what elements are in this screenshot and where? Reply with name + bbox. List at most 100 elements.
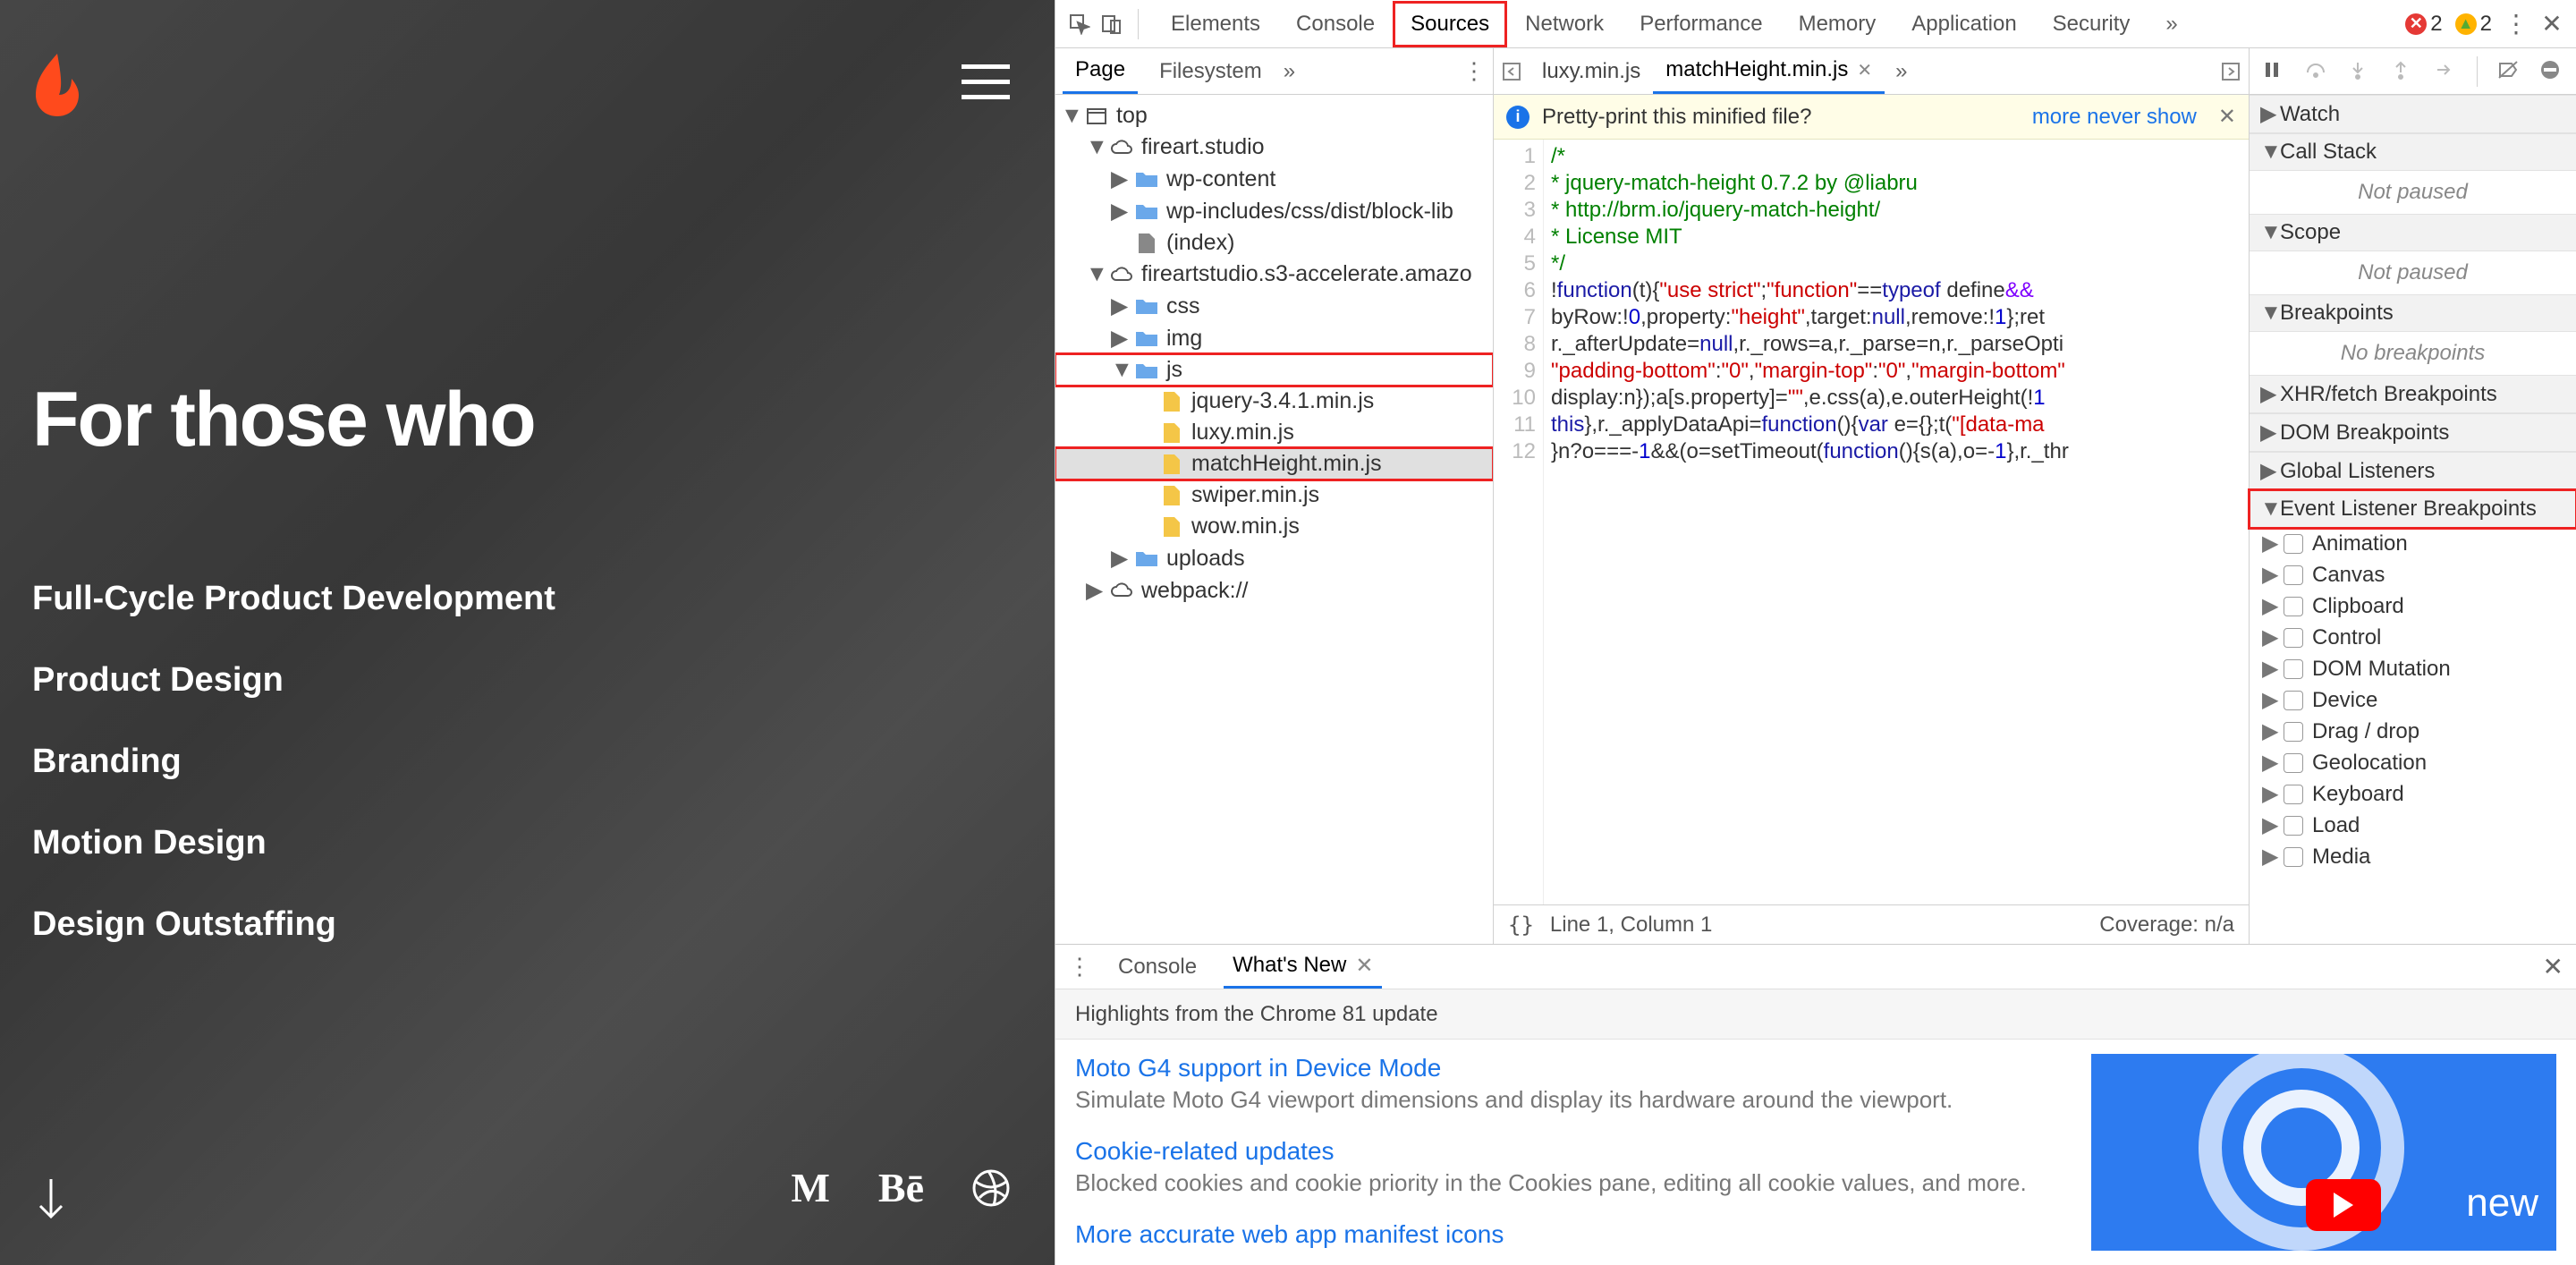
site-logo[interactable] [32,54,82,116]
drawer-whatsnew-tab[interactable]: What's New✕ [1224,946,1382,989]
tree-top[interactable]: ▼top [1055,100,1493,132]
devtools-tab-console[interactable]: Console [1278,1,1393,47]
pause-exceptions-icon[interactable] [2540,60,2563,83]
info-icon: i [1506,106,1530,129]
devtools-panel: ElementsConsoleSourcesNetworkPerformance… [1055,0,2576,1265]
cursor-position: Line 1, Column 1 [1550,913,1712,938]
elb-keyboard[interactable]: ▶Keyboard [2250,778,2576,810]
close-devtools-icon[interactable]: ✕ [2540,13,2563,36]
promo-banner[interactable]: new [2091,1054,2556,1251]
elb-media[interactable]: ▶Media [2250,841,2576,872]
devtools-tab-sources[interactable]: Sources [1393,1,1507,47]
elb-device[interactable]: ▶Device [2250,684,2576,716]
tree-jquery-3-4-1-min-js[interactable]: jquery-3.4.1.min.js [1055,386,1493,417]
social-links: M Bē [791,1164,1010,1211]
nav-menu-icon[interactable]: ⋮ [1462,57,1486,85]
pane-watch[interactable]: ▶Watch [2250,95,2576,133]
news-title[interactable]: Moto G4 support in Device Mode [1075,1054,2064,1082]
step-out-icon[interactable] [2391,60,2414,83]
tree-fireartstudio-s3-accelerate-amazo[interactable]: ▼fireartstudio.s3-accelerate.amazo [1055,259,1493,290]
pane-breakpoints[interactable]: ▼Breakpoints [2250,294,2576,332]
elb-dom-mutation[interactable]: ▶DOM Mutation [2250,653,2576,684]
elb-animation[interactable]: ▶Animation [2250,528,2576,559]
pane-xhr-fetch-breakpoints[interactable]: ▶XHR/fetch Breakpoints [2250,375,2576,413]
close-icon[interactable]: ✕ [2543,952,2563,981]
elb-control[interactable]: ▶Control [2250,622,2576,653]
step-over-icon[interactable] [2305,60,2328,83]
pane-dom-breakpoints[interactable]: ▶DOM Breakpoints [2250,413,2576,452]
more-tabs-icon[interactable]: » [1895,59,1907,84]
behance-icon[interactable]: Bē [878,1164,924,1211]
site-link-3[interactable]: Motion Design [32,824,555,862]
elb-clipboard[interactable]: ▶Clipboard [2250,590,2576,622]
devtools-tab-application[interactable]: Application [1894,1,2034,47]
tree-uploads[interactable]: ▶uploads [1055,542,1493,574]
devtools-tab-memory[interactable]: Memory [1781,1,1894,47]
pretty-print-message: Pretty-print this minified file? [1542,105,1811,130]
devtools-tab-network[interactable]: Network [1507,1,1622,47]
page-tab[interactable]: Page [1063,48,1138,94]
error-count[interactable]: ✕2 [2405,12,2442,37]
youtube-icon [2306,1179,2381,1231]
pane-scope[interactable]: ▼Scope [2250,214,2576,251]
editor-tab-matchHeight-min-js[interactable]: matchHeight.min.js✕ [1653,48,1885,94]
tree-matchheight-min-js[interactable]: matchHeight.min.js [1055,448,1493,480]
elb-geolocation[interactable]: ▶Geolocation [2250,747,2576,778]
pane-call-stack[interactable]: ▼Call Stack [2250,133,2576,171]
tree-img[interactable]: ▶img [1055,322,1493,354]
menu-button[interactable] [962,64,1010,99]
tree-luxy-min-js[interactable]: luxy.min.js [1055,417,1493,448]
step-into-icon[interactable] [2348,60,2371,83]
tab-nav-icon[interactable] [2218,59,2243,84]
elb-canvas[interactable]: ▶Canvas [2250,559,2576,590]
pause-icon[interactable] [2262,60,2285,83]
more-tabs-icon[interactable]: » [2157,12,2186,37]
pane-event-listener-breakpoints[interactable]: ▼Event Listener Breakpoints [2250,490,2576,528]
pane-body: Not paused [2250,171,2576,214]
tree-fireart-studio[interactable]: ▼fireart.studio [1055,132,1493,163]
tree-js[interactable]: ▼js [1055,354,1493,386]
step-icon[interactable] [2434,60,2457,83]
inspect-icon[interactable] [1068,13,1091,36]
elb-load[interactable]: ▶Load [2250,810,2576,841]
more-nav-icon[interactable]: » [1284,59,1295,84]
scroll-down-icon[interactable] [36,1177,66,1220]
site-link-1[interactable]: Product Design [32,661,555,700]
devtools-tab-performance[interactable]: Performance [1622,1,1780,47]
elb-drag-drop[interactable]: ▶Drag / drop [2250,716,2576,747]
filesystem-tab[interactable]: Filesystem [1147,50,1275,93]
news-title[interactable]: More accurate web app manifest icons [1075,1220,2064,1249]
tree-wp-includes-css-dist-block-lib[interactable]: ▶wp-includes/css/dist/block-lib [1055,195,1493,227]
editor-statusbar: {} Line 1, Column 1 Coverage: n/a [1494,904,2249,944]
editor-tab-luxy-min-js[interactable]: luxy.min.js [1530,48,1653,94]
tree-wp-content[interactable]: ▶wp-content [1055,163,1493,195]
drawer-subtitle: Highlights from the Chrome 81 update [1055,989,2576,1040]
tree-swiper-min-js[interactable]: swiper.min.js [1055,480,1493,511]
drawer-console-tab[interactable]: Console [1109,947,1206,987]
tree-css[interactable]: ▶css [1055,290,1493,322]
site-link-0[interactable]: Full-Cycle Product Development [32,580,555,618]
news-desc: Simulate Moto G4 viewport dimensions and… [1075,1086,2041,1114]
tree--index-[interactable]: (index) [1055,227,1493,259]
close-icon[interactable]: ✕ [2218,104,2236,130]
devtools-tab-security[interactable]: Security [2035,1,2148,47]
site-link-2[interactable]: Branding [32,743,555,781]
deactivate-bp-icon[interactable] [2497,60,2521,83]
sources-navigator: Page Filesystem » ⋮ ▼top▼fireart.studio▶… [1055,48,1494,944]
devtools-tab-elements[interactable]: Elements [1153,1,1278,47]
tree-wow-min-js[interactable]: wow.min.js [1055,511,1493,542]
pane-global-listeners[interactable]: ▶Global Listeners [2250,452,2576,490]
coverage-label: Coverage: n/a [2099,913,2234,938]
format-icon[interactable]: {} [1508,913,1534,938]
settings-menu-icon[interactable]: ⋮ [2504,13,2528,36]
tree-webpack-[interactable]: ▶webpack:// [1055,574,1493,607]
news-title[interactable]: Cookie-related updates [1075,1137,2064,1166]
pretty-print-link[interactable]: more never show [2032,105,2197,130]
medium-icon[interactable]: M [791,1164,829,1211]
drawer-menu-icon[interactable]: ⋮ [1068,953,1091,981]
site-link-4[interactable]: Design Outstaffing [32,905,555,944]
dribbble-icon[interactable] [972,1169,1010,1207]
warning-count[interactable]: ▲2 [2455,12,2492,37]
device-toggle-icon[interactable] [1100,13,1123,36]
tab-history-icon[interactable] [1499,59,1524,84]
